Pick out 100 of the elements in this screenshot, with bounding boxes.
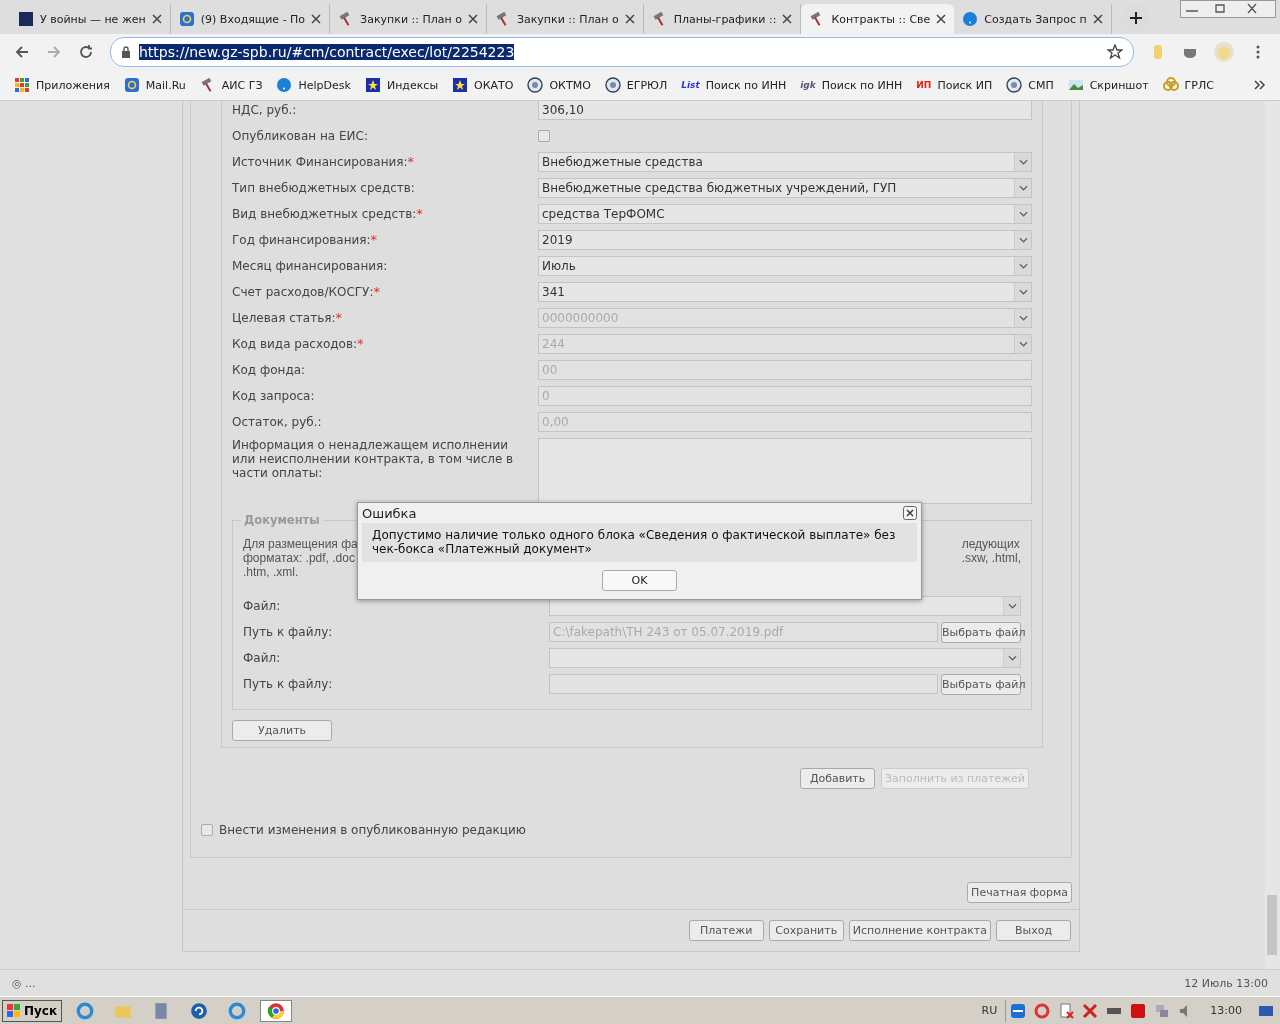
chevron-down-icon [1018,315,1028,321]
emblem-icon [1006,77,1023,93]
back-arrow-icon[interactable] [14,44,30,60]
logo-text: igk [800,80,816,90]
footer-button[interactable]: Платежи [688,920,764,941]
lock-icon [121,46,131,58]
chevron-double-right-icon[interactable] [1254,80,1266,90]
chevron-down-icon [1018,237,1028,243]
network-icon[interactable] [1154,1002,1171,1019]
star-badge-icon [364,77,381,93]
bookmark[interactable]: СМП [1006,77,1054,93]
chevron-down-icon [1018,211,1028,217]
field-label: Год финансирования:* [232,233,379,247]
footer-button[interactable]: Сохранить [768,920,844,941]
clock: 13:00 [1210,1004,1242,1017]
chevron-down-icon [1018,159,1028,165]
address-field[interactable]: https://new.gz-spb.ru/#cm/contract/exec/lot/2254223 [110,37,1134,67]
field-label: Счет расходов/КОСГУ:* [232,285,381,299]
footer-button[interactable]: Исполнение контракта [848,920,991,941]
coins-icon [1162,77,1179,93]
print-form-button[interactable]: Печатная форма [967,882,1072,903]
action-button[interactable]: Добавить [800,768,876,789]
checkbox[interactable] [201,824,213,836]
dropdown-field[interactable]: Внебюджетные средства бюджетных учреждений, ГУП [538,178,1032,198]
close-icon[interactable] [1092,14,1103,24]
emblem-icon [527,77,544,93]
logo-text: ИП [916,80,932,90]
close-icon[interactable] [903,506,917,520]
chevron-down-icon [1018,263,1028,269]
close-icon[interactable] [936,14,947,24]
browser-tab[interactable]: Контракты :: Све [801,4,955,34]
description-text: Для размещения фа [243,537,358,551]
field-label: Файл: [243,651,282,665]
dropdown-field[interactable] [549,648,1021,668]
field-label: Месяц финансирования: [232,259,389,273]
window-controls-icon[interactable] [1180,0,1276,18]
language-indicator[interactable]: RU [981,1004,998,1017]
close-icon[interactable] [151,14,162,24]
field-label: Источник Финансирования:* [232,155,416,169]
footer-button[interactable]: Выход [996,920,1071,941]
bookmark[interactable]: igk Поиск по ИНН [800,78,903,92]
close-icon[interactable] [467,14,478,24]
document-x-icon[interactable] [1058,1002,1075,1019]
field-label: Тип внебюджетных средств: [232,181,416,195]
dropdown-field[interactable]: средства ТерФОМС [538,204,1032,224]
status-date: 12 Июль 13:00 [1184,976,1268,990]
field-label: Файл: [243,599,282,613]
start-button[interactable]: Пуск [2,999,63,1022]
field-label: Информация о ненадлежащем исполнении или неисполнении контракта, в том числе в части оплаты: [232,438,515,480]
reload-icon[interactable] [78,44,94,60]
error-message: Допустимо наличие только одного блока «Сведения о фактической выплате» без чек-бокса «Платежный документ» [362,523,917,562]
bookmark[interactable]: Приложения [14,77,110,93]
landscape-icon [1067,77,1084,93]
bookmark[interactable]: ГРЛС [1162,77,1214,93]
dropdown-field[interactable]: 341 [538,282,1032,302]
close-icon[interactable] [782,14,793,24]
emblem-icon [604,77,621,93]
field-label: Вид внебюджетных средств:* [232,207,424,221]
field-label: Путь к файлу: [243,625,334,639]
bookmark[interactable]: ОКАТО [452,77,514,93]
field-label: Остаток, руб.: [232,415,323,429]
dropdown-field[interactable]: 2019 [538,230,1032,250]
delete-button[interactable]: Удалить [232,720,332,741]
apps-grid-icon [14,77,30,93]
close-icon[interactable] [624,14,635,24]
description-text: форматах: .pdf, .doc [243,551,356,565]
field-label: Опубликован на ЕИС: [232,129,369,143]
chevron-down-icon [1007,655,1017,661]
bookmark[interactable]: Mail.Ru [123,77,186,93]
description-text: .htm, .xml. [243,565,300,579]
scrollbar[interactable] [1265,101,1280,969]
bookmark[interactable]: Индексы [364,77,439,93]
bookmark[interactable]: ЕГРЮЛ [604,77,668,93]
windows-flag-icon [7,1003,21,1018]
bookmark[interactable]: HelpDesk [276,77,351,93]
bookmark[interactable]: ИП Поиск ИП [916,78,993,92]
dropdown-field[interactable]: Июль [538,256,1032,276]
field-label: Целевая статья:* [232,311,343,325]
close-icon[interactable] [311,14,322,24]
bookmark-star-icon[interactable] [1107,44,1123,60]
checkbox[interactable] [538,130,550,142]
field-label: Код запроса: [232,389,316,403]
bookmark[interactable]: List Поиск по ИНН [681,78,787,92]
dialog-title: Ошибка [362,505,417,521]
chrome-icon[interactable] [260,999,293,1022]
help-icon [962,11,979,27]
input-field[interactable]: 306,10 [538,101,1032,120]
help-icon [276,77,293,93]
description-text: .sxw, .html, [961,551,1021,565]
bookmark[interactable]: ОКТМО [527,77,591,93]
status-text: ◎ ... [12,976,36,990]
bookmark[interactable]: АИС ГЗ [199,77,263,93]
description-text: ледующих [961,537,1021,551]
fieldset-legend: Документы [241,513,323,527]
ok-button[interactable]: OK [602,570,677,591]
file-path-field[interactable] [549,674,938,694]
dropdown-field[interactable]: Внебюджетные средства [538,152,1032,172]
bookmark[interactable]: Скриншот [1067,77,1149,93]
forward-arrow-icon[interactable] [46,44,62,60]
chevron-down-icon [1018,185,1028,191]
